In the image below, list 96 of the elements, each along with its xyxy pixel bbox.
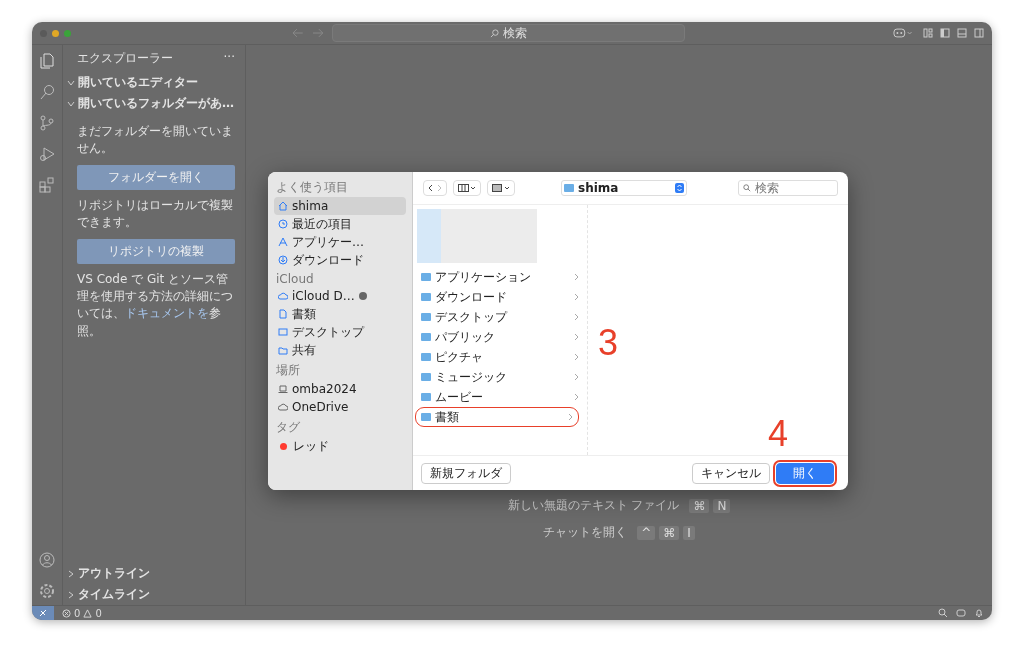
shortcut-label: 新しい無題のテキスト ファイル bbox=[507, 497, 680, 514]
up-down-arrows-icon bbox=[675, 183, 684, 193]
chevron-right-icon bbox=[574, 333, 579, 341]
sidebar-location[interactable]: アプリケー… bbox=[274, 233, 406, 251]
group-title: よく使う項目 bbox=[276, 179, 349, 196]
notifications-icon[interactable] bbox=[974, 608, 984, 618]
desktop-icon bbox=[278, 327, 288, 337]
keyboard-key: I bbox=[683, 525, 695, 540]
account-icon[interactable] bbox=[39, 552, 55, 568]
error-count[interactable]: 0 bbox=[74, 607, 81, 619]
files-icon[interactable] bbox=[39, 53, 55, 69]
search-icon bbox=[743, 184, 751, 192]
keyboard-key: ⌘ bbox=[689, 498, 710, 513]
keyboard-key: N bbox=[713, 498, 731, 513]
info-text: VS Code で Git とソース管理を使用する方法の詳細については、ドキュメントを参照。 bbox=[77, 270, 234, 340]
section-header[interactable]: 開いているエディター bbox=[63, 72, 245, 93]
toggle-sidebar-icon[interactable] bbox=[940, 28, 950, 38]
view-mode-control[interactable] bbox=[453, 180, 481, 196]
explorer-title: エクスプローラー bbox=[77, 50, 173, 67]
step-number: 4 bbox=[767, 416, 788, 452]
folder-row[interactable]: ミュージック bbox=[415, 367, 585, 387]
folder-row[interactable]: ダウンロード bbox=[415, 287, 585, 307]
command-search-field[interactable]: 検索 bbox=[331, 24, 686, 42]
sidebar-location[interactable]: iCloud D… bbox=[274, 287, 406, 305]
sidebar-location[interactable]: 共有 bbox=[274, 341, 406, 359]
info-text: リポジトリはローカルで複製できます。 bbox=[77, 196, 234, 232]
download-icon bbox=[278, 255, 288, 265]
group-title: iCloud bbox=[276, 272, 315, 286]
sidebar-location[interactable]: デスクトップ bbox=[274, 323, 406, 341]
zoom-icon[interactable] bbox=[938, 608, 948, 618]
section-header[interactable]: タイムライン bbox=[63, 584, 245, 605]
info-text: まだフォルダーを開いていません。 bbox=[77, 123, 234, 158]
back-arrow-icon[interactable] bbox=[292, 28, 304, 38]
chevron-right-icon bbox=[574, 293, 579, 301]
folder-row[interactable]: ピクチャ bbox=[415, 347, 585, 367]
folder-row[interactable]: デスクトップ bbox=[415, 307, 585, 327]
grid-view-icon bbox=[492, 184, 510, 192]
sidebar-location[interactable]: omba2024 bbox=[274, 380, 406, 398]
location-dropdown[interactable]: shima bbox=[561, 180, 687, 196]
applications-icon bbox=[278, 237, 288, 247]
chevron-right-icon bbox=[574, 273, 579, 281]
dialog-button[interactable]: キャンセル bbox=[692, 462, 770, 484]
toggle-panel-icon[interactable] bbox=[957, 28, 967, 38]
warning-count[interactable]: 0 bbox=[95, 607, 102, 619]
search-field[interactable]: 検索 bbox=[738, 180, 838, 196]
sidebar-location[interactable]: レッド bbox=[274, 437, 406, 455]
document-icon bbox=[278, 309, 288, 319]
error-icon[interactable] bbox=[62, 608, 71, 618]
cloud-icon bbox=[278, 291, 288, 301]
chevron-right-icon bbox=[574, 313, 579, 321]
more-actions-icon[interactable]: ··· bbox=[223, 50, 235, 67]
dialog-button[interactable]: 新規フォルダ bbox=[421, 462, 511, 484]
chevron-right-icon bbox=[574, 353, 579, 361]
sidebar-location[interactable]: ダウンロード bbox=[274, 251, 406, 269]
section-header[interactable]: アウトライン bbox=[63, 563, 245, 584]
sidebar-location[interactable]: 最近の項目 bbox=[274, 215, 406, 233]
search-icon bbox=[490, 28, 500, 38]
house-icon bbox=[278, 201, 288, 211]
folder-row[interactable]: パブリック bbox=[415, 327, 585, 347]
extensions-icon[interactable] bbox=[39, 177, 55, 193]
sidebar-location[interactable]: shima bbox=[274, 197, 406, 215]
keyboard-key: ^ bbox=[637, 525, 656, 540]
step-number: 3 bbox=[598, 325, 619, 361]
run-debug-icon[interactable] bbox=[39, 146, 55, 162]
columns-view-icon bbox=[458, 184, 476, 192]
clock-icon bbox=[278, 219, 288, 229]
minimize-window-icon[interactable] bbox=[52, 29, 59, 37]
search-icon[interactable] bbox=[39, 84, 55, 100]
sidebar-location[interactable]: 書類 bbox=[274, 305, 406, 323]
layout-icon[interactable] bbox=[923, 28, 933, 38]
group-by-control[interactable] bbox=[487, 180, 515, 196]
shortcut-label: チャットを開く bbox=[543, 524, 628, 541]
cloud-icon bbox=[278, 402, 288, 412]
chevron-right-icon bbox=[568, 413, 573, 421]
folder-row[interactable]: ムービー bbox=[415, 387, 585, 407]
dialog-button[interactable]: 開く bbox=[776, 462, 834, 484]
chevron-right-icon bbox=[574, 393, 579, 401]
shared-folder-icon bbox=[278, 345, 288, 355]
group-title: タグ bbox=[276, 419, 301, 436]
toggle-secondary-sidebar-icon[interactable] bbox=[974, 28, 984, 38]
sidebar-location[interactable]: OneDrive bbox=[274, 398, 406, 416]
laptop-icon bbox=[278, 384, 288, 394]
warning-icon[interactable] bbox=[83, 608, 93, 618]
folder-row[interactable]: アプリケーション bbox=[415, 267, 585, 287]
zoom-window-icon[interactable] bbox=[64, 29, 71, 37]
remote-indicator-icon[interactable] bbox=[32, 606, 54, 620]
group-title: 場所 bbox=[276, 362, 301, 379]
keyboard-key: ⌘ bbox=[659, 525, 680, 540]
settings-icon[interactable] bbox=[39, 583, 55, 599]
section-header[interactable]: 開いているフォルダーがあ… bbox=[63, 93, 245, 114]
forward-arrow-icon[interactable] bbox=[312, 28, 324, 38]
folder-row[interactable]: 書類 bbox=[415, 407, 579, 427]
chevron-right-icon bbox=[574, 373, 579, 381]
sync-status-icon bbox=[358, 292, 367, 300]
back-forward-control[interactable] bbox=[423, 180, 447, 196]
source-control-icon[interactable] bbox=[39, 115, 55, 131]
